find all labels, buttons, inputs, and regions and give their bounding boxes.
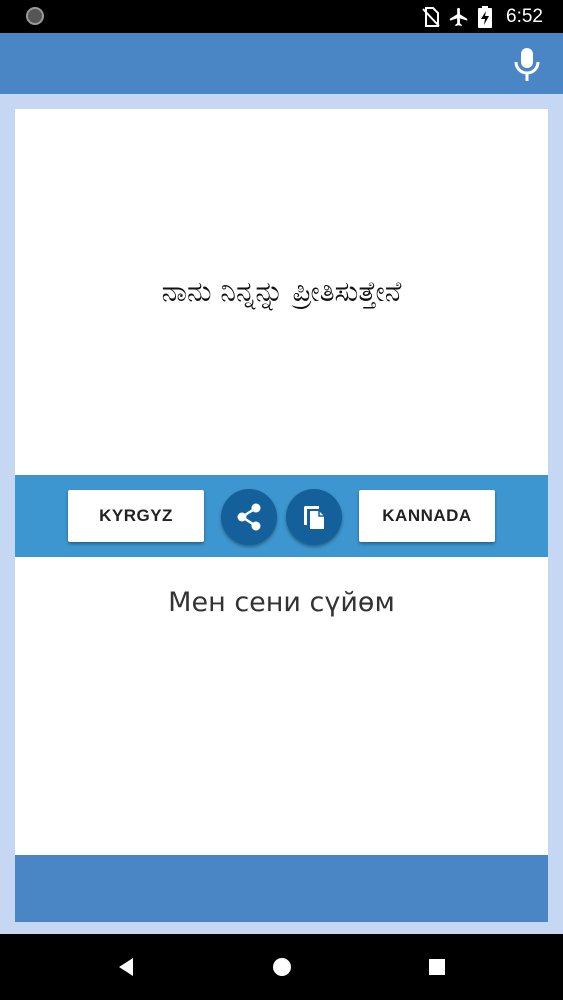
status-bar: 6:52 — [0, 0, 563, 33]
copy-button[interactable] — [286, 489, 342, 545]
app-bar — [0, 33, 563, 94]
share-icon — [237, 503, 261, 531]
back-icon[interactable] — [116, 956, 136, 978]
status-icons: 6:52 — [422, 0, 543, 33]
share-button[interactable] — [221, 489, 277, 545]
notification-dot-icon — [26, 7, 44, 25]
language-toolbar: KYRGYZ KANNADA — [15, 475, 548, 557]
navigation-bar — [0, 934, 563, 1000]
microphone-icon[interactable] — [511, 46, 543, 82]
home-icon[interactable] — [271, 956, 293, 978]
copy-icon — [304, 505, 324, 529]
status-time: 6:52 — [506, 5, 543, 27]
airplane-mode-icon — [449, 7, 468, 26]
footer-bar — [15, 855, 548, 922]
translated-text-panel[interactable]: Мен сени сүйөм — [15, 557, 548, 855]
source-text: ನಾನು ನಿನ್ನನ್ನು ಪ್ರೀತಿಸುತ್ತೇನೆ — [161, 275, 402, 308]
translated-text: Мен сени сүйөм — [168, 587, 395, 618]
recents-icon[interactable] — [427, 956, 447, 978]
source-text-panel[interactable]: ನಾನು ನಿನ್ನನ್ನು ಪ್ರೀತಿಸುತ್ತೇನೆ — [15, 109, 548, 475]
battery-charging-icon — [478, 5, 493, 28]
target-language-button[interactable]: KANNADA — [359, 490, 495, 542]
source-language-button[interactable]: KYRGYZ — [68, 490, 204, 542]
no-sim-icon — [422, 6, 440, 27]
